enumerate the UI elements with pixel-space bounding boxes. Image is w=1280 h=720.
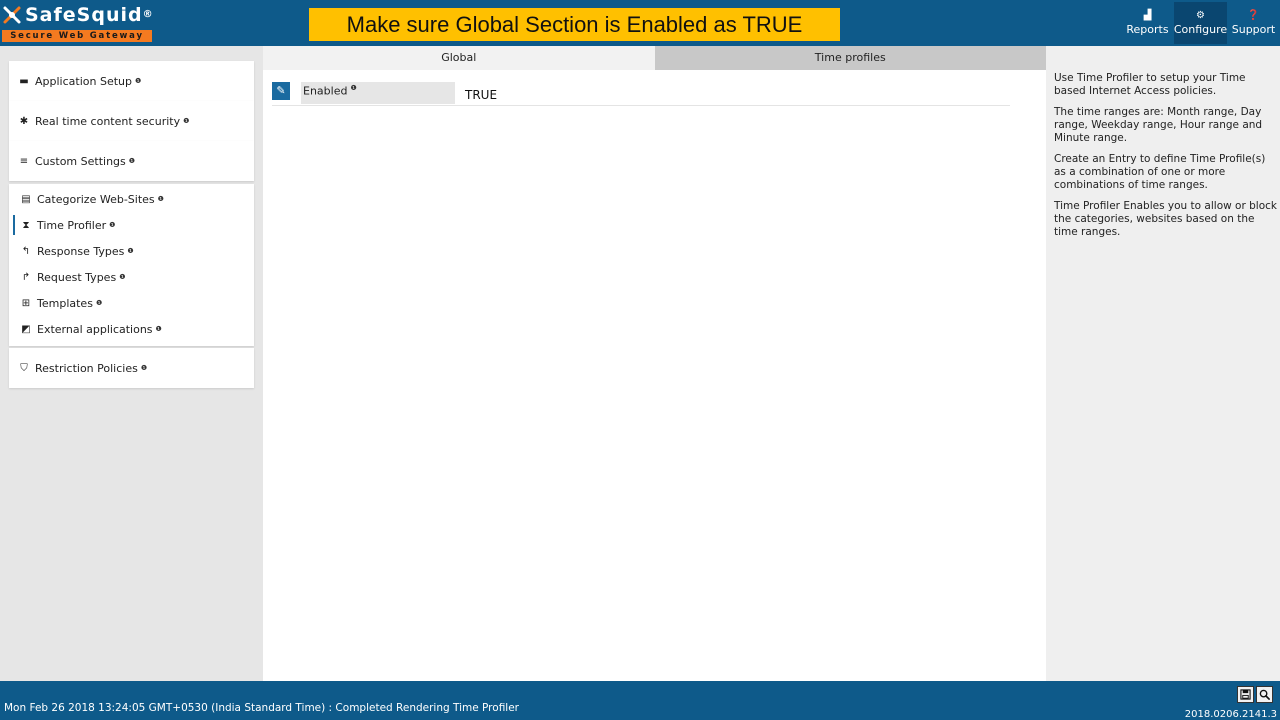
sidebar-custom-settings-list: ▤ Categorize Web-Sites ❶ ⧗ Time Profiler ❶… [9,184,254,346]
top-header: SafeSquid ® Secure Web Gateway Make sure … [0,0,1280,46]
sidebar-item-label: Application Setup [35,74,132,88]
sidebar-item-time-profiler[interactable]: ⧗ Time Profiler ❶ [9,212,254,238]
info-icon[interactable]: ❶ [129,157,135,165]
instruction-banner: Make sure Global Section is Enabled as T… [309,8,840,41]
info-icon[interactable]: ❶ [135,77,141,85]
sidebar-item-label: Templates [37,296,93,310]
sliders-icon: ≡ [19,155,29,167]
info-icon[interactable]: ❶ [183,117,189,125]
global-enabled-row: ✎ Enabled ❶ TRUE [272,82,1010,106]
info-icon[interactable]: ❶ [156,325,162,333]
help-paragraph: Time Profiler Enables you to allow or bl… [1054,200,1277,238]
reply-icon: ↰ [21,245,31,257]
briefcase-icon: ▬ [19,75,29,87]
sidebar-section-restriction-policies[interactable]: ⛉ Restriction Policies ❶ [9,348,254,388]
sidebar-section-real-time-security[interactable]: ✱ Real time content security ❶ [9,101,254,141]
nav-reports[interactable]: ▟ Reports [1121,2,1174,44]
status-footer: Mon Feb 26 2018 13:24:05 GMT+0530 (India… [0,681,1280,720]
sidebar-section-application-setup[interactable]: ▬ Application Setup ❶ [9,61,254,101]
info-icon[interactable]: ❶ [350,84,356,92]
sidebar-item-custom-settings[interactable]: ≡ Custom Settings ❶ [9,141,254,181]
tab-time-profiles[interactable]: Time profiles [654,46,1046,70]
top-nav: ▟ Reports ⚙ Configure ❓ Support [1121,2,1280,44]
left-sidebar: ▬ Application Setup ❶ ✱ Real time content… [0,46,263,681]
info-icon[interactable]: ❶ [127,247,133,255]
shield-icon: ⛉ [20,362,28,374]
help-paragraph: Create an Entry to define Time Profile(s… [1054,153,1266,191]
sidebar-section-custom-settings[interactable]: ≡ Custom Settings ❶ [9,141,254,181]
help-panel: Use Time Profiler to setup your Time bas… [1046,46,1280,681]
sidebar-item-label: Response Types [37,244,125,258]
nav-configure-label: Configure [1173,22,1228,36]
sidebar-item-label: Request Types [37,270,117,284]
squid-logo-icon [2,5,22,25]
sidebar-item-request-types[interactable]: ↱ Request Types ❶ [9,264,254,290]
question-icon: ❓ [1247,9,1260,21]
bar-chart-icon: ▟ [1143,9,1152,21]
save-icon[interactable] [1237,686,1254,703]
enabled-field-label: Enabled ❶ [301,82,455,104]
sidebar-item-real-time-content-security[interactable]: ✱ Real time content security ❶ [9,101,254,141]
external-app-icon: ◩ [21,323,31,335]
nav-support[interactable]: ❓ Support [1227,2,1280,44]
cogs-icon: ⚙ [1196,9,1205,21]
database-icon: ▤ [21,193,31,205]
info-icon[interactable]: ❶ [158,195,164,203]
tab-global[interactable]: Global [263,46,655,70]
sidebar-item-external-applications[interactable]: ◩ External applications ❶ [9,316,254,342]
main-panel: Global Time profiles ✎ Enabled ❶ TRUE [263,46,1046,681]
logo-reg-mark: ® [142,9,153,20]
hourglass-icon: ⧗ [22,219,30,231]
status-text: Mon Feb 26 2018 13:24:05 GMT+0530 (India… [4,702,519,714]
sitemap-icon: ⊞ [21,297,31,309]
search-icon[interactable] [1256,686,1273,703]
share-icon: ↱ [21,271,31,283]
sidebar-item-templates[interactable]: ⊞ Templates ❶ [9,290,254,316]
sidebar-item-label: Custom Settings [35,154,126,168]
logo-tagline: Secure Web Gateway [2,30,152,42]
help-paragraph: The time ranges are: Month range, Day ra… [1054,106,1263,144]
sidebar-item-label: Restriction Policies [35,361,138,375]
info-icon[interactable]: ❶ [141,364,147,372]
logo-name: SafeSquid [25,3,143,26]
version-text: 2018.0206.2141.3 [1184,709,1277,720]
nav-reports-label: Reports [1126,22,1169,36]
sidebar-item-categorize-web-sites[interactable]: ▤ Categorize Web-Sites ❶ [9,186,254,212]
field-label-text: Enabled [303,84,348,98]
nav-configure[interactable]: ⚙ Configure [1174,2,1227,44]
safesquid-logo[interactable]: SafeSquid ® Secure Web Gateway [2,2,153,42]
help-paragraph: Use Time Profiler to setup your Time bas… [1054,72,1246,97]
edit-icon[interactable]: ✎ [272,82,290,100]
sidebar-item-label: Real time content security [35,114,181,128]
sidebar-item-response-types[interactable]: ↰ Response Types ❶ [9,238,254,264]
tab-bar: Global Time profiles [263,46,1046,70]
sidebar-item-label: Time Profiler [37,218,107,232]
nav-support-label: Support [1231,22,1276,36]
sidebar-item-application-setup[interactable]: ▬ Application Setup ❶ [9,61,254,101]
info-icon[interactable]: ❶ [96,299,102,307]
info-icon[interactable]: ❶ [119,273,125,281]
sidebar-item-label: External applications [37,322,153,336]
info-icon[interactable]: ❶ [109,221,115,229]
sidebar-item-label: Categorize Web-Sites [37,192,155,206]
bug-icon: ✱ [19,115,29,127]
sidebar-item-restriction-policies[interactable]: ⛉ Restriction Policies ❶ [9,348,254,388]
enabled-field-value: TRUE [465,88,498,102]
